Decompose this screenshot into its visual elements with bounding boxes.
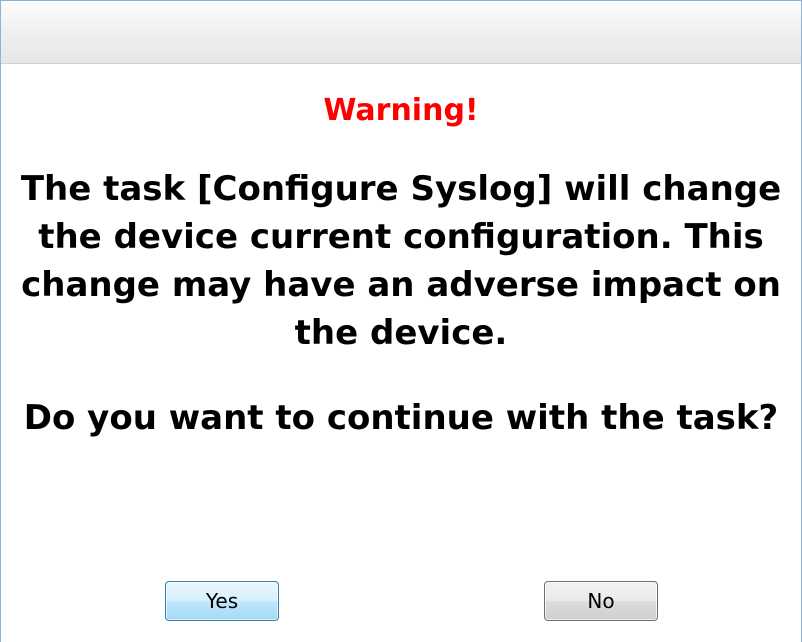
dialog-title-bar[interactable] (1, 1, 801, 64)
warning-heading: Warning! (323, 93, 479, 128)
yes-button[interactable]: Yes (165, 581, 279, 621)
confirmation-dialog: Warning! The task [Configure Syslog] wil… (0, 0, 802, 642)
no-button[interactable]: No (544, 581, 658, 621)
warning-message: The task [Configure Syslog] will change … (20, 169, 782, 353)
confirmation-question: Do you want to continue with the task? (23, 398, 779, 438)
